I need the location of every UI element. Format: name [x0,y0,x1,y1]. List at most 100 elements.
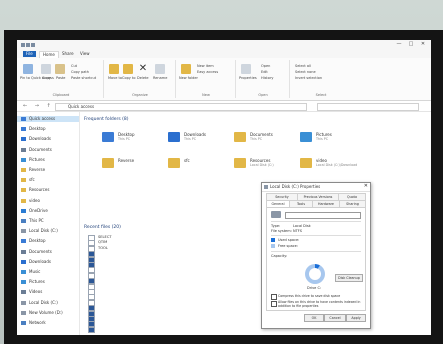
address-bar[interactable]: Quick access [55,103,307,111]
sidebar-item-label: sfc [29,177,35,183]
close-button[interactable]: ✕ [417,41,429,48]
sidebar-item[interactable]: Local Disk (C:) [21,228,77,234]
clipboard-group: Pin to Quick access Copy Paste Cut Copy … [19,60,104,98]
folder-icon [168,132,180,142]
tab-file[interactable]: File [23,51,36,57]
sidebar-item[interactable]: Quick access [17,116,79,122]
select-none-button[interactable]: Select none [295,70,316,74]
address-path: Quick access [68,104,95,109]
sidebar-item[interactable]: Music [21,269,77,275]
sidebar-item-label: Local Disk (C:) [29,299,58,305]
sidebar-item[interactable]: Reverse [21,167,77,173]
folder-icon [21,178,26,183]
sidebar-item-label: This PC [29,218,44,223]
tab-general[interactable]: General [266,200,290,207]
ok-button[interactable]: OK [304,314,324,322]
sidebar-item[interactable]: Videos [21,289,77,295]
dialog-close-icon[interactable]: ✕ [364,183,368,189]
sidebar-item[interactable]: New Volume (D:) [21,310,77,316]
recent-files-heading[interactable]: Recent files (20) [84,225,121,230]
general-panel: Type: Local Disk File system: NTFS Used … [266,207,366,311]
paste-shortcut-button[interactable]: Paste shortcut [71,76,96,80]
new-folder-icon[interactable] [181,64,191,74]
nav-arrows-icon[interactable]: ← → ↑ [23,103,54,109]
sidebar-item[interactable]: sfc [21,177,77,183]
tab-view[interactable]: View [77,51,93,57]
sidebar-item[interactable]: Network [21,320,77,326]
sidebar-item[interactable]: Documents [21,249,77,255]
sidebar-item-label: Pictures [29,156,45,162]
new-item-button[interactable]: New item [197,64,214,68]
sidebar-item[interactable]: Desktop [21,238,77,244]
sidebar-item[interactable]: Documents [21,147,77,153]
folder-icon [21,300,26,305]
open-button[interactable]: Open [261,64,270,68]
disk-cleanup-button[interactable]: Disk Cleanup [335,274,363,282]
paste-icon[interactable] [55,64,65,74]
properties-icon[interactable] [241,64,251,74]
recent-file-row[interactable] [84,326,234,333]
sidebar-item[interactable]: Pictures [21,279,77,285]
divider [271,251,361,252]
new-folder-button[interactable]: New folder [179,76,198,80]
drive-label: Drive C: [307,286,322,290]
apply-button[interactable]: Apply [346,314,366,322]
sidebar-item[interactable]: OneDrive [21,208,77,214]
index-checkbox[interactable] [271,301,277,307]
organize-group-label: Organize [132,93,148,97]
folder-name: Reverse [118,158,135,163]
sidebar-item[interactable]: Pictures [21,157,77,163]
folder-icon [21,259,26,264]
folder-icon [21,147,26,152]
drive-name-input[interactable] [285,212,361,219]
move-to-icon[interactable] [109,64,119,74]
folder-location: Local Disk (C:)\Download [316,163,358,167]
search-input[interactable] [317,103,419,111]
copy-button-label[interactable]: Copy [42,76,51,80]
invert-selection-button[interactable]: Invert selection [295,76,322,80]
cut-button[interactable]: Cut [71,64,77,68]
sidebar-item[interactable]: This PC [21,218,77,224]
cancel-button[interactable]: Cancel [324,314,346,322]
sidebar-item[interactable]: video [21,198,77,204]
frequent-folder-tile[interactable]: video Local Disk (C:)\Download [300,156,380,176]
sidebar-item[interactable]: Downloads [21,259,77,265]
easy-access-button[interactable]: Easy access [197,70,218,74]
rename-icon[interactable] [155,64,165,74]
pin-icon[interactable] [23,64,33,74]
compress-checkbox[interactable] [271,294,277,300]
tab-home[interactable]: Home [39,51,59,58]
history-button[interactable]: History [261,76,273,80]
sidebar-item-label: Pictures [29,279,45,285]
copy-to-button[interactable]: Copy to [122,76,136,80]
sidebar-item[interactable]: Local Disk (C:) [21,300,77,306]
sidebar-item[interactable]: Resources [21,187,77,193]
tab-share[interactable]: Share [59,51,77,57]
disk-usage-chart [305,264,325,284]
sidebar-item[interactable]: Downloads [21,136,77,142]
navigation-pane: Quick access Desktop Downloads Documents Pic… [17,112,80,335]
delete-button[interactable]: Delete [137,76,149,80]
copy-icon[interactable] [41,64,51,74]
copy-to-icon[interactable] [123,64,133,74]
paste-button-label[interactable]: Paste [56,76,65,80]
dialog-title-bar: Local Disk (C:) Properties ✕ [262,183,370,192]
file-icon [88,326,95,333]
edit-button[interactable]: Edit [261,70,268,74]
minimize-button[interactable]: — [393,41,405,48]
sidebar-item[interactable]: Desktop [21,126,77,132]
frequent-folders-heading[interactable]: Frequent folders (8) [84,117,129,122]
rename-button[interactable]: Rename [153,76,167,80]
delete-icon[interactable]: ✕ [138,64,148,74]
maximize-button[interactable]: □ [405,41,417,48]
file-system-label: File system: [271,229,292,233]
ribbon: Pin to Quick access Copy Paste Cut Copy … [17,58,431,101]
properties-button[interactable]: Properties [239,76,257,80]
select-all-button[interactable]: Select all [295,64,311,68]
frequent-folder-tile[interactable]: Pictures This PC [300,130,380,150]
sidebar-item-label: Music [29,269,41,274]
move-to-button[interactable]: Move to [108,76,122,80]
copy-path-button[interactable]: Copy path [71,70,89,74]
select-group-label: Select [315,93,327,97]
quick-access-toolbar[interactable] [21,43,39,47]
